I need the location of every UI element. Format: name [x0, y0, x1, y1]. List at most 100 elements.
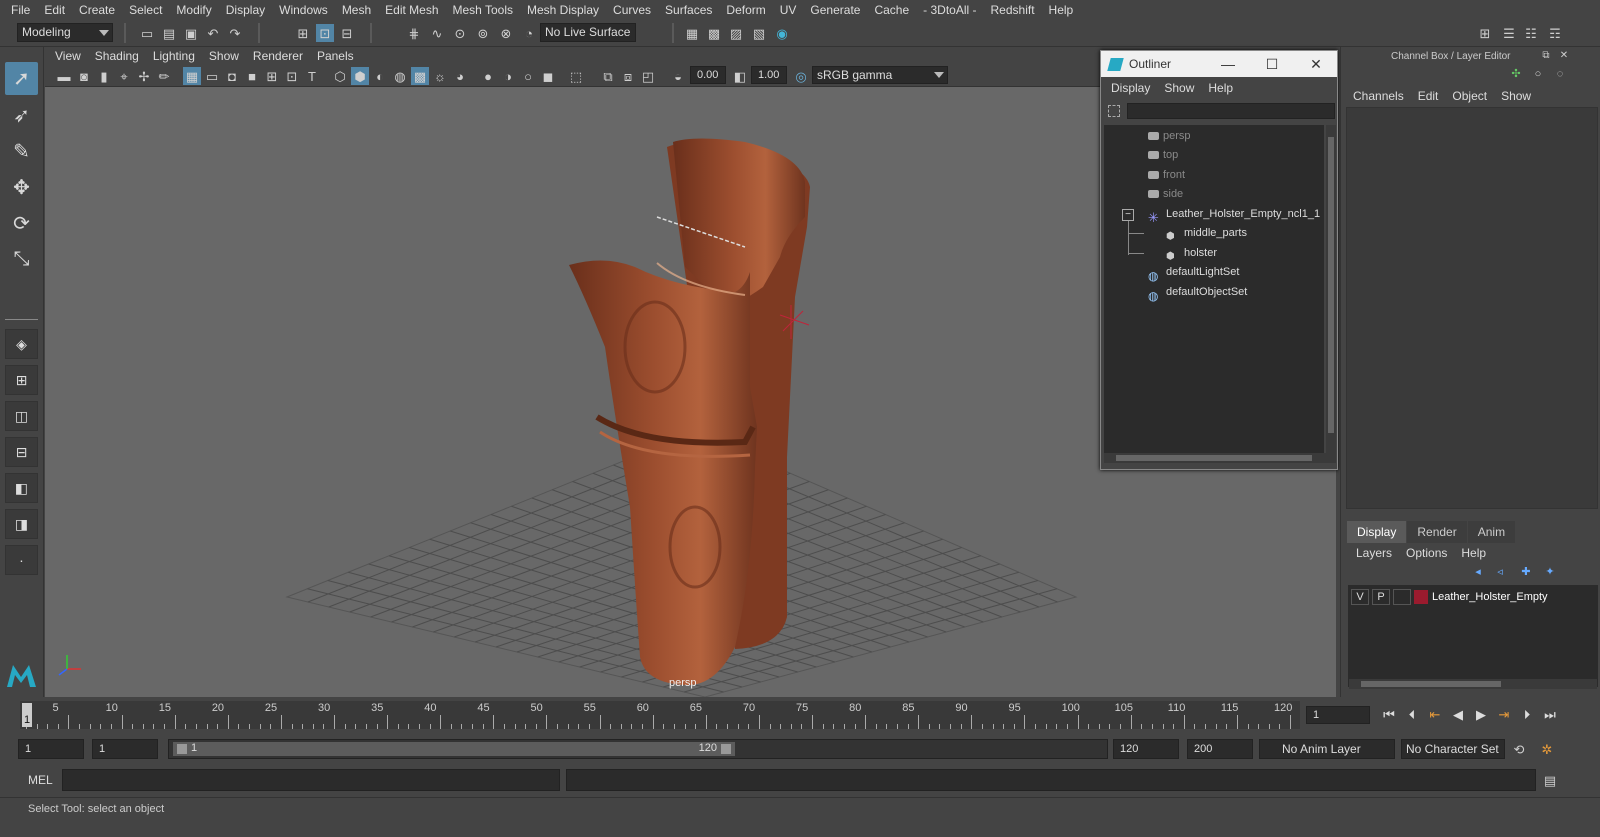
menu-mesh[interactable]: Mesh: [335, 0, 378, 20]
range-bar[interactable]: 1 120: [168, 739, 1108, 759]
outliner-menu-help[interactable]: Help: [1201, 81, 1240, 95]
xray-icon[interactable]: ⧉: [599, 67, 617, 85]
menu-display[interactable]: Display: [219, 0, 272, 20]
outliner-title-bar[interactable]: Outliner — ☐ ✕: [1101, 51, 1337, 77]
character-set-dropdown[interactable]: No Character Set: [1401, 739, 1505, 759]
layer-color-swatch[interactable]: [1414, 590, 1428, 604]
menu-curves[interactable]: Curves: [606, 0, 658, 20]
2d-pan-zoom-icon[interactable]: ✢: [135, 67, 153, 85]
shadows-icon[interactable]: ◕: [451, 67, 469, 85]
new-scene-icon[interactable]: ▭: [138, 24, 156, 42]
safe-action-icon[interactable]: ⊡: [283, 67, 301, 85]
vp-menu-lighting[interactable]: Lighting: [146, 49, 202, 63]
move-layer-up-icon[interactable]: ◂: [1469, 563, 1487, 581]
scroll-thumb[interactable]: [1116, 455, 1312, 461]
snap-surface-icon[interactable]: ⊗: [497, 24, 515, 42]
menu-help[interactable]: Help: [1042, 0, 1081, 20]
menu-edit-mesh[interactable]: Edit Mesh: [378, 0, 445, 20]
mode-dropdown[interactable]: Modeling: [17, 23, 113, 42]
float-icon[interactable]: ⧉: [1537, 47, 1555, 65]
grease-pencil-icon[interactable]: ✏: [155, 67, 173, 85]
menu-create[interactable]: Create: [72, 0, 122, 20]
scroll-thumb[interactable]: [1328, 137, 1334, 433]
camera-attributes-icon[interactable]: ◙: [75, 67, 93, 85]
lasso-tool-icon[interactable]: ➶: [5, 99, 38, 132]
tool-settings-icon[interactable]: ☶: [1546, 24, 1564, 42]
outliner-horizontal-scrollbar[interactable]: [1104, 453, 1336, 463]
render-view-icon[interactable]: ▦: [683, 24, 701, 42]
layer-display-type-toggle[interactable]: [1393, 589, 1411, 605]
menu-mesh-display[interactable]: Mesh Display: [520, 0, 606, 20]
menu-windows[interactable]: Windows: [272, 0, 335, 20]
channel-list[interactable]: [1346, 107, 1598, 509]
tree-item[interactable]: ⬢ holster: [1166, 244, 1217, 262]
cb-menu-object[interactable]: Object: [1445, 89, 1494, 103]
menu-deform[interactable]: Deform: [719, 0, 772, 20]
cb-menu-show[interactable]: Show: [1494, 89, 1538, 103]
tree-item[interactable]: ✳ Leather_Holster_Empty_ncl1_1: [1148, 205, 1320, 225]
maximize-icon[interactable]: ☐: [1257, 54, 1287, 74]
select-tool-icon[interactable]: ➚: [5, 62, 38, 95]
persp-outliner-layout-icon[interactable]: ◫: [5, 401, 38, 431]
speed-icon[interactable]: ○: [1529, 65, 1547, 83]
ipr-render-icon[interactable]: ▨: [727, 24, 745, 42]
menu-cache[interactable]: Cache: [867, 0, 916, 20]
layer-menu-help[interactable]: Help: [1454, 546, 1493, 560]
step-back-frame-icon[interactable]: ⏴: [1403, 706, 1421, 724]
menu-redshift[interactable]: Redshift: [984, 0, 1042, 20]
filter-icon[interactable]: [1108, 105, 1120, 117]
layout-icon[interactable]: ☰: [1500, 24, 1518, 42]
rotate-tool-icon[interactable]: ⟳: [5, 207, 38, 240]
ambient-occlusion-icon[interactable]: ●: [479, 67, 497, 85]
tree-item[interactable]: front: [1148, 166, 1185, 184]
grid-icon[interactable]: ▦: [183, 67, 201, 85]
go-to-start-icon[interactable]: ⏮: [1380, 706, 1398, 724]
close-icon[interactable]: ✕: [1555, 47, 1573, 65]
snap-curve-icon[interactable]: ∿: [428, 24, 446, 42]
range-handle[interactable]: 1 120: [173, 742, 735, 756]
bookmark-icon[interactable]: ▮: [95, 67, 113, 85]
tab-anim[interactable]: Anim: [1467, 521, 1516, 543]
workspace-icon[interactable]: ⊞: [1476, 24, 1494, 42]
tab-render[interactable]: Render: [1407, 521, 1467, 543]
tree-item[interactable]: ◍ defaultLightSet: [1148, 263, 1239, 283]
use-all-lights-icon[interactable]: ☼: [431, 67, 449, 85]
animation-start-field[interactable]: 1: [18, 739, 84, 759]
time-ruler[interactable]: 5 10 15 20 25 30 35 40 45 50 55 60 65 70 75 80 85 90 95 100…: [20, 701, 1300, 729]
playback-end-field[interactable]: 120: [1113, 739, 1179, 759]
play-backwards-icon[interactable]: ◀: [1449, 706, 1467, 724]
menu-file[interactable]: File: [4, 0, 37, 20]
animation-prefs-icon[interactable]: ✲: [1538, 740, 1556, 758]
hyperbolic-icon[interactable]: ◌: [1551, 65, 1569, 83]
tree-item[interactable]: persp: [1148, 127, 1191, 145]
anim-layer-dropdown[interactable]: No Anim Layer: [1259, 739, 1395, 759]
tab-display[interactable]: Display: [1347, 521, 1407, 543]
safe-title-icon[interactable]: T: [303, 67, 321, 85]
outliner-search-input[interactable]: [1127, 103, 1335, 119]
menu-3dtoall[interactable]: - 3DtoAll -: [916, 0, 983, 20]
xray-joints-icon[interactable]: ⧈: [619, 67, 637, 85]
exposure-field[interactable]: 0.00: [690, 66, 726, 84]
paint-select-tool-icon[interactable]: ✎: [5, 135, 38, 168]
vp-menu-panels[interactable]: Panels: [310, 49, 361, 63]
tree-item[interactable]: top: [1148, 146, 1178, 164]
layer-visibility-toggle[interactable]: V: [1351, 589, 1369, 605]
film-gate-icon[interactable]: ▭: [203, 67, 221, 85]
new-layer-selected-icon[interactable]: ✦: [1541, 563, 1559, 581]
textured-icon[interactable]: ▩: [411, 67, 429, 85]
auto-key-icon[interactable]: ⟲: [1510, 740, 1528, 758]
tree-item[interactable]: side: [1148, 185, 1183, 203]
snap-point-icon[interactable]: ⊙: [451, 24, 469, 42]
range-end-handle[interactable]: [721, 744, 731, 754]
menu-modify[interactable]: Modify: [169, 0, 218, 20]
layer-horizontal-scrollbar[interactable]: [1349, 679, 1597, 689]
collapse-icon[interactable]: −: [1122, 209, 1134, 221]
menu-surfaces[interactable]: Surfaces: [658, 0, 719, 20]
script-type-label[interactable]: MEL: [28, 773, 53, 787]
persp-hypershade-layout-icon[interactable]: ◧: [5, 473, 38, 503]
four-view-layout-icon[interactable]: ⊞: [5, 365, 38, 395]
smooth-shade-icon[interactable]: ⬢: [351, 67, 369, 85]
isolate-select-icon[interactable]: ⬚: [567, 67, 585, 85]
single-perspective-layout-icon[interactable]: ◈: [5, 329, 38, 359]
layer-row[interactable]: V P Leather_Holster_Empty: [1348, 589, 1598, 605]
